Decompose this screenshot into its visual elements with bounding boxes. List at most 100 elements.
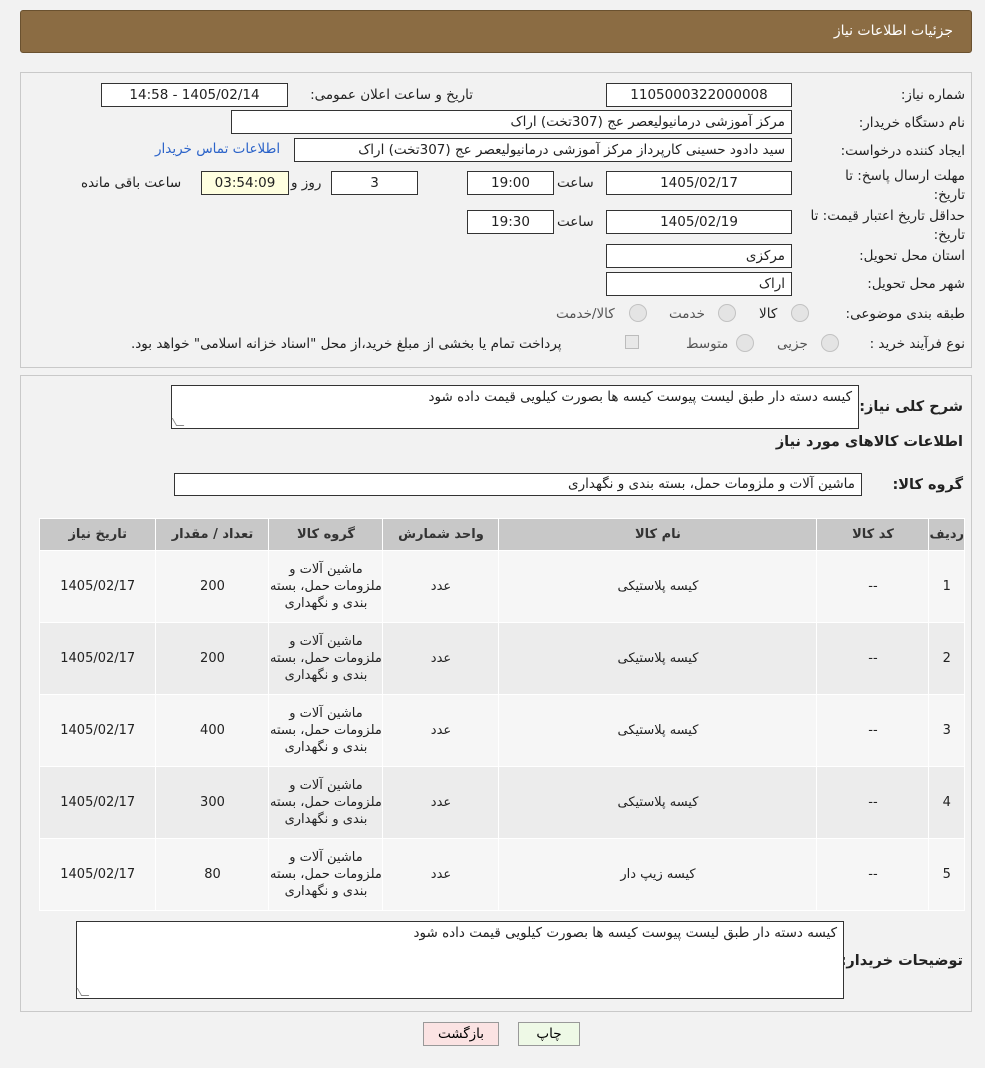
cell-row-number: 2 [928, 622, 965, 695]
goods-group-field: ماشین آلات و ملزومات حمل، بسته بندی و نگ… [174, 473, 862, 496]
goods-table: ردیف کد کالا نام کالا واحد شمارش گروه کا… [38, 518, 965, 911]
category-radio-goods[interactable] [791, 304, 809, 322]
process-option-minor: جزیی [777, 336, 808, 352]
cell-code: -- [816, 838, 930, 911]
price-validity-time-label: ساعت [557, 214, 594, 230]
resize-grip-icon[interactable] [171, 418, 185, 426]
remaining-time-field: 03:54:09 [201, 171, 289, 195]
goods-group-label: گروه کالا: [892, 477, 963, 493]
col-header-row-number: ردیف [928, 518, 965, 551]
summary-text: کیسه دسته دار طبق لیست پیوست کیسه ها بصو… [428, 389, 853, 405]
reply-days-label: روز و [291, 175, 322, 191]
cell-group: ماشین آلات و ملزومات حمل، بسته بندی و نگ… [268, 622, 384, 695]
cell-group: ماشین آلات و ملزومات حمل، بسته بندی و نگ… [268, 694, 384, 767]
cell-unit: عدد [382, 550, 500, 623]
cell-quantity: 400 [155, 694, 270, 767]
cell-quantity: 300 [155, 766, 270, 839]
province-label: استان محل تحویل: [859, 248, 965, 264]
requester-label: ایجاد کننده درخواست: [840, 143, 965, 159]
category-label: طبقه بندی موضوعی: [845, 306, 965, 322]
cell-code: -- [816, 766, 930, 839]
cell-unit: عدد [382, 694, 500, 767]
requester-field: سید دادود حسینی کارپرداز مرکز آموزشی درم… [294, 138, 792, 162]
buyer-notes-text: کیسه دسته دار طبق لیست پیوست کیسه ها بصو… [413, 925, 838, 941]
resize-grip-icon[interactable] [76, 988, 90, 996]
table-row: 5 -- کیسه زیپ دار عدد ماشین آلات و ملزوم… [38, 838, 965, 911]
table-row: 2 -- کیسه پلاستیکی عدد ماشین آلات و ملزو… [38, 622, 965, 695]
reply-deadline-label: مهلت ارسال پاسخ: تا تاریخ: [845, 168, 965, 203]
category-radio-goods-service[interactable] [629, 304, 647, 322]
cell-row-number: 1 [928, 550, 965, 623]
buyer-notes-label: توضیحات خریدار: [840, 953, 963, 969]
category-option-goods: کالا [759, 306, 778, 322]
cell-name: کیسه پلاستیکی [498, 550, 818, 623]
cell-code: -- [816, 622, 930, 695]
reply-days-field: 3 [331, 171, 418, 195]
announce-datetime-label: تاریخ و ساعت اعلان عمومی: [310, 87, 473, 103]
print-button[interactable]: چاپ [518, 1022, 580, 1046]
page-title: جزئیات اطلاعات نیاز [833, 23, 953, 39]
process-radio-minor[interactable] [821, 334, 839, 352]
buyer-contact-link[interactable]: اطلاعات تماس خریدار [155, 141, 280, 157]
process-radio-medium[interactable] [736, 334, 754, 352]
reply-deadline-date-field: 1405/02/17 [606, 171, 792, 195]
cell-group: ماشین آلات و ملزومات حمل، بسته بندی و نگ… [268, 766, 384, 839]
cell-quantity: 200 [155, 550, 270, 623]
cell-quantity: 200 [155, 622, 270, 695]
page-header: جزئیات اطلاعات نیاز [20, 10, 972, 53]
category-option-goods-service: کالا/خدمت [556, 306, 615, 322]
cell-row-number: 5 [928, 838, 965, 911]
cell-name: کیسه پلاستیکی [498, 766, 818, 839]
cell-group: ماشین آلات و ملزومات حمل، بسته بندی و نگ… [268, 550, 384, 623]
remaining-time-label: ساعت باقی مانده [81, 175, 182, 191]
cell-name: کیسه پلاستیکی [498, 622, 818, 695]
col-header-need-date: تاریخ نیاز [38, 518, 157, 551]
cell-need-date: 1405/02/17 [38, 622, 157, 695]
cell-need-date: 1405/02/17 [38, 766, 157, 839]
buyer-notes-textarea[interactable]: کیسه دسته دار طبق لیست پیوست کیسه ها بصو… [76, 921, 844, 999]
cell-row-number: 4 [928, 766, 965, 839]
col-header-quantity: تعداد / مقدار [155, 518, 270, 551]
table-row: 1 -- کیسه پلاستیکی عدد ماشین آلات و ملزو… [38, 550, 965, 623]
need-number-field: 1105000322000008 [606, 83, 792, 107]
announce-datetime-field: 1405/02/14 - 14:58 [101, 83, 288, 107]
summary-textarea[interactable]: کیسه دسته دار طبق لیست پیوست کیسه ها بصو… [171, 385, 859, 429]
cell-unit: عدد [382, 766, 500, 839]
buyer-org-label: نام دستگاه خریدار: [858, 115, 965, 131]
cell-code: -- [816, 694, 930, 767]
treasury-docs-note: پرداخت تمام یا بخشی از مبلغ خرید،از محل … [131, 336, 562, 352]
table-header-row: ردیف کد کالا نام کالا واحد شمارش گروه کا… [38, 518, 965, 551]
city-field: اراک [606, 272, 792, 296]
col-header-name: نام کالا [498, 518, 818, 551]
cell-need-date: 1405/02/17 [38, 838, 157, 911]
process-option-medium: متوسط [686, 336, 729, 352]
col-header-group: گروه کالا [268, 518, 384, 551]
process-label: نوع فرآیند خرید : [869, 336, 965, 352]
need-number-label: شماره نیاز: [900, 87, 965, 103]
need-details-panel: شماره نیاز: 1105000322000008 تاریخ و ساع… [20, 72, 972, 368]
reply-deadline-time-field: 19:00 [467, 171, 554, 195]
buyer-org-field: مرکز آموزشی درمانیولیعصر عج (307تخت) ارا… [231, 110, 792, 134]
goods-panel: شرح کلی نیاز: کیسه دسته دار طبق لیست پیو… [20, 375, 972, 1012]
goods-info-title: اطلاعات کالاهای مورد نیاز [775, 434, 963, 450]
category-radio-service[interactable] [718, 304, 736, 322]
cell-group: ماشین آلات و ملزومات حمل، بسته بندی و نگ… [268, 838, 384, 911]
price-validity-date-field: 1405/02/19 [606, 210, 792, 234]
treasury-docs-checkbox[interactable] [625, 335, 639, 349]
cell-need-date: 1405/02/17 [38, 694, 157, 767]
reply-deadline-time-label: ساعت [557, 175, 594, 191]
category-option-service: خدمت [669, 306, 705, 322]
table-row: 3 -- کیسه پلاستیکی عدد ماشین آلات و ملزو… [38, 694, 965, 767]
back-button[interactable]: بازگشت [423, 1022, 499, 1046]
summary-label: شرح کلی نیاز: [859, 399, 963, 415]
col-header-unit: واحد شمارش [382, 518, 500, 551]
price-validity-time-field: 19:30 [467, 210, 554, 234]
table-row: 4 -- کیسه پلاستیکی عدد ماشین آلات و ملزو… [38, 766, 965, 839]
cell-unit: عدد [382, 838, 500, 911]
cell-name: کیسه پلاستیکی [498, 694, 818, 767]
cell-need-date: 1405/02/17 [38, 550, 157, 623]
cell-unit: عدد [382, 622, 500, 695]
cell-code: -- [816, 550, 930, 623]
province-field: مرکزی [606, 244, 792, 268]
city-label: شهر محل تحویل: [867, 276, 965, 292]
